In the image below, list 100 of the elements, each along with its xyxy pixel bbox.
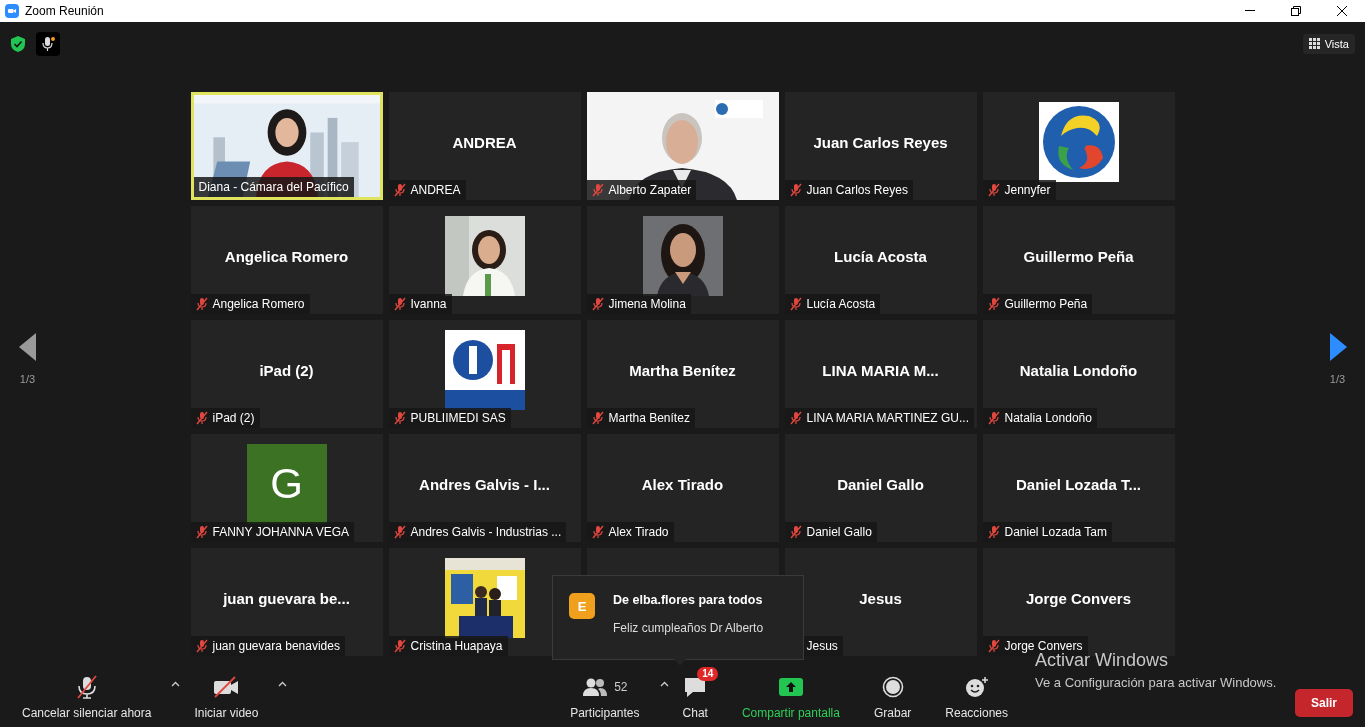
video-tile[interactable]: Natalia Londoño Natalia Londoño (982, 320, 1175, 428)
participant-name: Daniel Gallo (837, 475, 924, 493)
caret-icon[interactable] (278, 681, 288, 687)
participants-button[interactable]: 52 Participantes (556, 667, 654, 720)
participant-name: Angelica Romero (224, 247, 349, 265)
video-tile[interactable]: Daniel Lozada T... Daniel Lozada Tam (982, 434, 1175, 542)
chat-notification[interactable]: E De elba.flores para todos Feliz cumpleaños Dr Alberto (552, 575, 804, 660)
name-label-text: Daniel Lozada Tam (1004, 525, 1107, 539)
participant-name: Alex Tirado (641, 475, 724, 493)
muted-mic-icon (75, 675, 98, 699)
name-label-text: Jennyfer (1004, 183, 1051, 197)
mic-button[interactable]: Cancelar silenciar ahora (8, 667, 166, 720)
name-label-text: Andres Galvis - Industrias ... (410, 525, 562, 539)
reactions-icon (964, 676, 989, 698)
video-tile[interactable]: Jimena Molina (586, 206, 779, 314)
callout-pointer (674, 659, 686, 666)
caret-icon[interactable] (659, 681, 669, 687)
participant-name: Natalia Londoño (1019, 361, 1138, 379)
mic-status-icon[interactable] (36, 31, 60, 56)
unread-badge: 14 (697, 667, 719, 681)
video-tile[interactable]: Alberto Zapater (586, 92, 779, 200)
close-icon[interactable] (1337, 6, 1347, 16)
name-label-text: PUBLIIMEDI SAS (410, 411, 506, 425)
name-label-text: Jorge Convers (1004, 639, 1083, 653)
video-tile[interactable]: Guillermo Peña Guillermo Peña (982, 206, 1175, 314)
video-tile[interactable]: ANDREA ANDREA (388, 92, 581, 200)
participant-name: iPad (2) (259, 361, 314, 379)
participant-name: Martha Benítez (629, 361, 736, 379)
video-tile[interactable]: Angelica Romero Angelica Romero (190, 206, 383, 314)
name-label-text: Daniel Gallo (806, 525, 872, 539)
record-button[interactable]: Grabar (859, 667, 926, 720)
shield-icon[interactable] (10, 34, 26, 53)
name-label-text: Ivanna (410, 297, 447, 311)
name-label-text: Diana - Cámara del Pacífico (198, 180, 349, 194)
restore-icon[interactable] (1291, 6, 1301, 16)
video-tile[interactable]: G FANNY JOHANNA VEGA (190, 434, 383, 542)
sender-avatar: E (569, 593, 595, 619)
video-tile[interactable]: Andres Galvis - I... Andres Galvis - Industrias ... (388, 434, 581, 542)
name-label-text: iPad (2) (212, 411, 255, 425)
video-off-icon (213, 676, 240, 698)
participant-name: Daniel Lozada T... (1016, 475, 1141, 493)
name-label-text: Natalia Londoño (1004, 411, 1092, 425)
chat-icon (683, 676, 708, 698)
grid-icon (1308, 38, 1320, 49)
name-label-text: Alberto Zapater (608, 183, 692, 197)
name-label-text: Jimena Molina (608, 297, 686, 311)
name-label-text: Juan Carlos Reyes (806, 183, 908, 197)
notification-title: De elba.flores para todos (613, 593, 764, 607)
minimize-icon[interactable] (1245, 10, 1255, 12)
video-tile[interactable]: PUBLIIMEDI SAS (388, 320, 581, 428)
previous-page-icon[interactable] (18, 332, 37, 361)
participants-icon (582, 677, 609, 697)
video-tile[interactable]: Daniel Gallo Daniel Gallo (784, 434, 977, 542)
participant-name: Lucía Acosta (834, 247, 927, 265)
video-tile[interactable]: Martha Benítez Martha Benítez (586, 320, 779, 428)
window-title: Zoom Reunión (25, 4, 105, 18)
participant-name: Jorge Convers (1025, 589, 1131, 607)
page-indicator: 1/3 (1329, 372, 1346, 385)
video-tile[interactable]: Juan Carlos Reyes Juan Carlos Reyes (784, 92, 977, 200)
video-tile[interactable]: Jennyfer (982, 92, 1175, 200)
leave-button[interactable]: Salir (1295, 688, 1353, 717)
participant-name: Guillermo Peña (1023, 247, 1134, 265)
name-label-text: Cristina Huapaya (410, 639, 503, 653)
video-button[interactable]: Iniciar video (180, 667, 273, 720)
participant-name: Juan Carlos Reyes (813, 133, 948, 151)
name-label-text: Jesus (806, 639, 838, 653)
name-label-text: juan guevara benavides (212, 639, 340, 653)
participant-name: LINA MARIA M... (822, 361, 939, 379)
caret-icon[interactable] (171, 681, 181, 687)
page-indicator: 1/3 (19, 372, 36, 385)
share-button[interactable]: Compartir pantalla (727, 667, 854, 720)
name-label-text: Martha Benítez (608, 411, 690, 425)
video-tile[interactable]: Lucía Acosta Lucía Acosta (784, 206, 977, 314)
next-page-icon[interactable] (1328, 332, 1347, 361)
name-label-text: FANNY JOHANNA VEGA (212, 525, 349, 539)
video-tile[interactable]: LINA MARIA M... LINA MARIA MARTINEZ GU... (784, 320, 977, 428)
name-label-text: LINA MARIA MARTINEZ GU... (806, 411, 969, 425)
share-screen-icon (778, 678, 803, 696)
name-label-text: Angelica Romero (212, 297, 305, 311)
name-label-text: ANDREA (410, 183, 461, 197)
record-icon (881, 676, 904, 698)
view-button[interactable]: Vista (1302, 33, 1355, 54)
video-tile[interactable]: Alex Tirado Alex Tirado (586, 434, 779, 542)
video-tile[interactable]: juan guevara be... juan guevara benavides (190, 548, 383, 656)
activation-message: Ve a Configuración para activar Windows. (1035, 675, 1277, 690)
participant-name: juan guevara be... (223, 589, 350, 607)
participant-count: 52 (614, 680, 628, 694)
chat-button[interactable]: Chat 14 (668, 667, 722, 720)
name-label-text: Alex Tirado (608, 525, 669, 539)
name-label-text: Guillermo Peña (1004, 297, 1088, 311)
video-tile[interactable]: Diana - Cámara del Pacífico (190, 92, 383, 200)
video-tile[interactable]: Ivanna (388, 206, 581, 314)
reactions-button[interactable]: Reacciones (931, 667, 1022, 720)
notification-message: Feliz cumpleaños Dr Alberto (613, 621, 764, 635)
participant-name: ANDREA (452, 133, 517, 151)
video-tile[interactable]: iPad (2) iPad (2) (190, 320, 383, 428)
participant-name: Jesus (859, 589, 902, 607)
app-icon (5, 4, 19, 18)
name-label-text: Lucía Acosta (806, 297, 876, 311)
video-tile[interactable]: Jesus Jesus (784, 548, 977, 656)
